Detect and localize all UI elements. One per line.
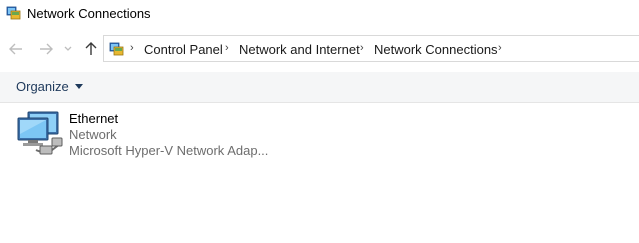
command-bar: Organize: [0, 72, 639, 103]
up-button[interactable]: [81, 39, 101, 59]
arrow-left-icon: [9, 43, 22, 55]
forward-button[interactable]: [36, 39, 56, 59]
recent-locations-button[interactable]: [61, 39, 75, 59]
navigation-bar: › Control Panel › Network and Internet ›…: [0, 33, 639, 64]
breadcrumb-separator[interactable]: ›: [130, 42, 134, 54]
breadcrumb-control-panel[interactable]: Control Panel: [144, 42, 223, 57]
chevron-down-icon: [64, 46, 72, 51]
connection-status: Network: [69, 127, 117, 142]
connection-device: Microsoft Hyper-V Network Adap...: [69, 143, 269, 158]
breadcrumb-network-and-internet[interactable]: Network and Internet: [239, 42, 360, 57]
window-title: Network Connections: [27, 6, 151, 21]
organize-button[interactable]: Organize: [16, 79, 83, 94]
ethernet-adapter-icon: [17, 111, 63, 155]
connection-name: Ethernet: [69, 111, 119, 126]
connection-item-ethernet[interactable]: Ethernet Network Microsoft Hyper-V Netwo…: [14, 108, 274, 160]
arrow-right-icon: [40, 43, 53, 55]
caret-down-icon: [74, 84, 83, 89]
breadcrumb-separator[interactable]: ›: [498, 42, 502, 54]
breadcrumb-separator[interactable]: ›: [360, 42, 364, 54]
breadcrumb-network-connections[interactable]: Network Connections: [374, 42, 498, 57]
organize-label: Organize: [16, 79, 69, 94]
back-button[interactable]: [6, 39, 26, 59]
network-connections-icon: [6, 6, 21, 20]
address-bar[interactable]: › Control Panel › Network and Internet ›…: [103, 35, 639, 62]
title-bar: Network Connections: [0, 0, 639, 30]
breadcrumb-separator[interactable]: ›: [225, 42, 229, 54]
control-panel-icon: [109, 42, 124, 56]
arrow-up-icon: [85, 42, 97, 55]
